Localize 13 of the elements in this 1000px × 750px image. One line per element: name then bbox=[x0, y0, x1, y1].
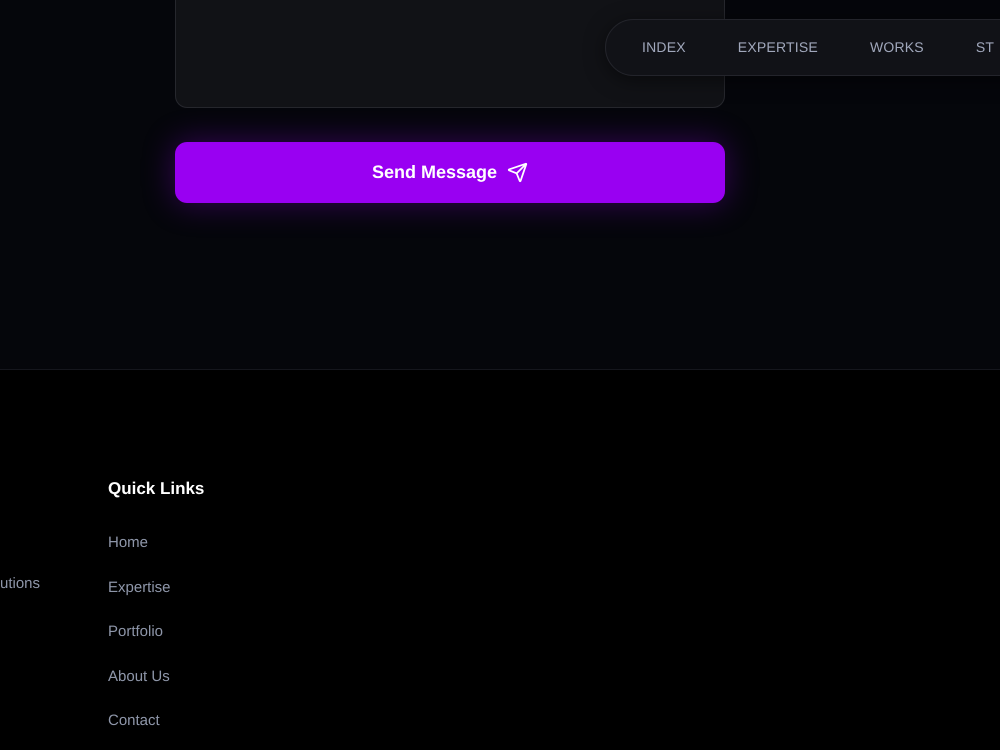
nav-link[interactable]: WORKS bbox=[870, 37, 924, 58]
footer-link[interactable]: utions bbox=[0, 573, 108, 595]
nav-link[interactable]: INDEX bbox=[642, 37, 686, 58]
nav-link[interactable]: EXPERTISE bbox=[738, 37, 818, 58]
nav-link[interactable]: ST bbox=[976, 37, 994, 58]
send-icon bbox=[507, 162, 528, 183]
quick-links-heading: Quick Links bbox=[108, 478, 204, 500]
footer-link[interactable]: Contact bbox=[108, 710, 204, 732]
footer-link[interactable]: Home bbox=[108, 532, 204, 554]
send-message-button[interactable]: Send Message bbox=[175, 142, 725, 203]
footer-link[interactable]: Expertise bbox=[108, 576, 204, 598]
footer-link[interactable]: About Us bbox=[108, 666, 204, 688]
footer-link[interactable]: Portfolio bbox=[108, 621, 204, 643]
